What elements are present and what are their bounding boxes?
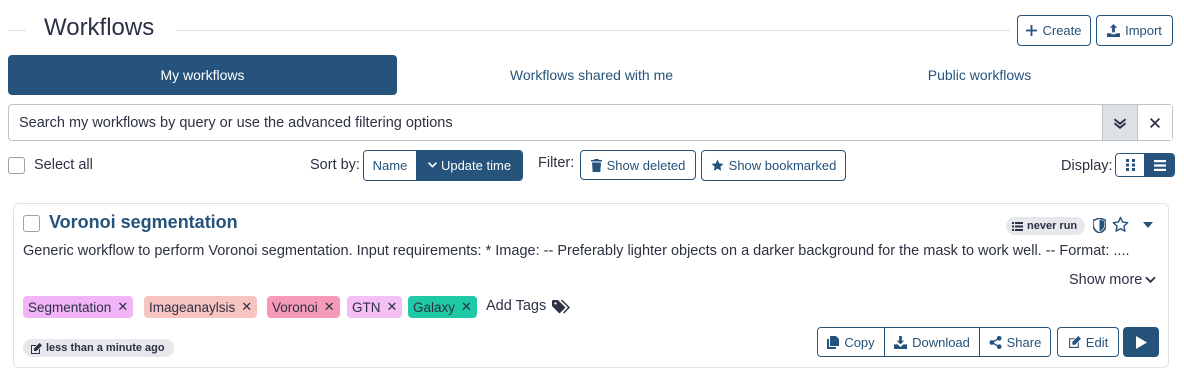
display-label: Display: — [1061, 158, 1113, 174]
shield-icon[interactable] — [1093, 218, 1106, 233]
copy-label: Copy — [844, 334, 875, 350]
share-label: Share — [1006, 334, 1042, 350]
sort-update-time-label: Update time — [440, 158, 512, 173]
remove-tag-icon[interactable]: ✕ — [241, 299, 252, 315]
tag-voronoi[interactable]: Voronoi ✕ — [267, 296, 340, 318]
show-deleted-button[interactable]: Show deleted — [580, 150, 696, 180]
list-view-button[interactable] — [1145, 154, 1174, 176]
download-label: Download — [912, 334, 970, 350]
remove-tag-icon[interactable]: ✕ — [387, 299, 398, 315]
tag-label: Voronoi — [272, 299, 318, 315]
download-icon — [894, 335, 908, 349]
run-workflow-button[interactable] — [1123, 327, 1159, 357]
edit-icon — [31, 342, 42, 354]
heading-rule-right — [176, 30, 1010, 31]
sort-update-time-button[interactable]: Update time — [417, 151, 522, 180]
select-all-checkbox[interactable] — [8, 157, 25, 174]
edit-icon — [1068, 336, 1081, 348]
tab-shared-with-me[interactable]: Workflows shared with me — [397, 55, 786, 95]
tag-segmentation[interactable]: Segmentation ✕ — [23, 296, 134, 318]
sort-by-label: Sort by: — [310, 157, 360, 173]
add-tags-label: Add Tags — [486, 298, 547, 314]
chevron-down-icon — [1145, 276, 1157, 284]
filter-label: Filter: — [538, 155, 575, 171]
show-more-label: Show more — [1069, 272, 1143, 288]
chevron-down-icon — [427, 162, 437, 168]
grid-view-button[interactable] — [1116, 154, 1145, 176]
remove-tag-icon[interactable]: ✕ — [117, 299, 128, 315]
create-button[interactable]: Create — [1017, 15, 1091, 46]
import-label: Import — [1125, 23, 1162, 38]
edit-button[interactable]: Edit — [1057, 327, 1119, 357]
sort-toggle: Name Update time — [363, 150, 523, 181]
show-deleted-label: Show deleted — [606, 157, 686, 173]
updated-time-text: less than a minute ago — [46, 342, 165, 354]
sort-name-label: Name — [372, 158, 408, 173]
list-ul-icon — [1012, 221, 1023, 231]
run-status-text: never run — [1027, 220, 1078, 232]
workflow-title[interactable]: Voronoi segmentation — [49, 212, 238, 233]
copy-button[interactable]: Copy — [818, 328, 884, 356]
tag-imageanaylsis[interactable]: Imageanaylsis ✕ — [144, 296, 258, 318]
workflow-description: Generic workflow to perform Voronoi segm… — [23, 243, 1130, 259]
remove-tag-icon[interactable]: ✕ — [324, 299, 335, 315]
tags-icon — [552, 299, 571, 313]
workflow-actions: Copy Download Share — [817, 327, 1051, 357]
show-bookmarked-label: Show bookmarked — [728, 158, 837, 173]
caret-down-icon[interactable] — [1143, 222, 1153, 228]
tab-public-workflows[interactable]: Public workflows — [785, 55, 1174, 95]
tag-galaxy[interactable]: Galaxy ✕ — [408, 296, 477, 318]
search-input[interactable] — [9, 105, 1102, 140]
list-icon — [1153, 159, 1166, 171]
run-status-badge: never run — [1006, 217, 1085, 235]
share-button[interactable]: Share — [979, 328, 1050, 356]
remove-tag-icon[interactable]: ✕ — [461, 299, 472, 315]
bookmark-star-icon[interactable] — [1112, 216, 1129, 233]
show-more-link[interactable]: Show more — [1069, 272, 1157, 288]
updated-time-badge: less than a minute ago — [23, 339, 174, 357]
play-icon — [1135, 335, 1147, 349]
copy-icon — [827, 335, 840, 349]
share-icon — [989, 335, 1002, 349]
workflow-select-checkbox[interactable] — [23, 215, 40, 232]
display-toggle — [1115, 153, 1175, 177]
tab-label: My workflows — [160, 67, 245, 83]
plus-icon — [1026, 25, 1038, 36]
trash-icon — [590, 158, 602, 172]
tag-label: Segmentation — [28, 299, 112, 315]
show-bookmarked-button[interactable]: Show bookmarked — [701, 150, 846, 181]
add-tags-button[interactable]: Add Tags — [486, 298, 572, 314]
search-bar — [8, 104, 1173, 141]
close-icon — [1150, 117, 1160, 128]
tag-label: Imageanaylsis — [149, 299, 236, 315]
page-title: Workflows — [44, 14, 155, 41]
double-chevron-down-icon — [1114, 118, 1126, 129]
grid-icon — [1125, 159, 1135, 171]
tag-gtn[interactable]: GTN ✕ — [347, 296, 403, 318]
select-all-label: Select all — [34, 157, 93, 173]
tab-label: Public workflows — [927, 67, 1032, 83]
tab-my-workflows[interactable]: My workflows — [8, 55, 397, 95]
download-button[interactable]: Download — [884, 328, 979, 356]
tag-label: GTN — [352, 299, 381, 315]
clear-search-button[interactable] — [1137, 105, 1172, 140]
create-label: Create — [1042, 23, 1082, 38]
star-icon — [711, 159, 724, 171]
upload-icon — [1107, 24, 1121, 37]
advanced-filter-toggle[interactable] — [1102, 105, 1137, 140]
import-button[interactable]: Import — [1096, 15, 1173, 46]
tag-label: Galaxy — [413, 299, 456, 315]
edit-label: Edit — [1085, 334, 1109, 350]
sort-name-button[interactable]: Name — [364, 151, 417, 180]
heading-rule-left — [8, 30, 26, 31]
tab-label: Workflows shared with me — [509, 67, 674, 83]
